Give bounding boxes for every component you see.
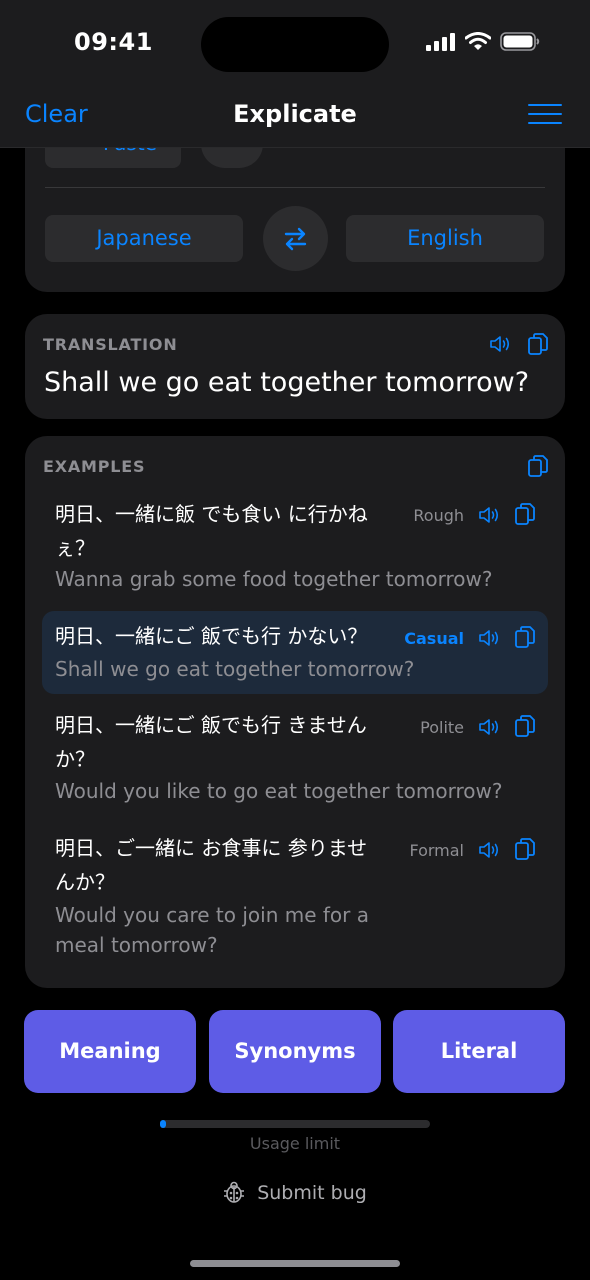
page-title: Explicate xyxy=(233,100,357,128)
submit-bug-label: Submit bug xyxy=(257,1182,367,1204)
divider xyxy=(45,187,545,188)
copy-all-icon[interactable] xyxy=(527,454,549,478)
wifi-icon xyxy=(465,32,491,50)
tone-label: Formal xyxy=(409,841,464,860)
example-english: Shall we go eat together tomorrow? xyxy=(55,657,415,681)
speaker-icon[interactable] xyxy=(478,628,502,648)
status-time: 09:41 xyxy=(74,28,153,56)
usage-progress-fill xyxy=(160,1120,166,1128)
example-item-polite[interactable]: 明日、一緒にご 飯でも行 きませんか？ Would you like to go… xyxy=(42,706,548,811)
usage-progress-bar xyxy=(160,1120,430,1128)
example-item-rough[interactable]: 明日、一緒に飯 でも食い に行かねぇ？ Wanna grab some food… xyxy=(42,492,548,596)
battery-icon xyxy=(500,32,540,51)
copy-icon[interactable] xyxy=(514,625,536,649)
speaker-icon[interactable] xyxy=(478,840,502,860)
copy-icon[interactable] xyxy=(514,714,536,738)
speaker-icon[interactable] xyxy=(478,505,502,525)
example-japanese: 明日、一緒に飯 でも食い に行かねぇ？ xyxy=(55,502,368,560)
literal-button[interactable]: Literal xyxy=(393,1010,565,1093)
example-item-casual[interactable]: 明日、一緒にご 飯でも行 かない？ Shall we go eat togeth… xyxy=(42,611,548,694)
tone-label: Polite xyxy=(420,718,464,737)
example-english: Wanna grab some food together tomorrow? xyxy=(55,567,493,591)
translation-text[interactable]: Shall we go eat together tomorrow? xyxy=(44,367,529,398)
cellular-signal-icon xyxy=(426,32,455,51)
synonyms-button[interactable]: Synonyms xyxy=(209,1010,381,1093)
example-japanese: 明日、ご一緒に お食事に 参りませんか？ xyxy=(55,836,368,894)
copy-icon[interactable] xyxy=(514,502,536,526)
translation-label: TRANSLATION xyxy=(43,335,178,354)
example-item-formal[interactable]: 明日、ご一緒に お食事に 参りませんか？ Would you care to j… xyxy=(42,828,548,968)
tone-label: Casual xyxy=(404,629,464,648)
submit-bug-button[interactable]: Submit bug xyxy=(0,1180,590,1204)
example-japanese: 明日、一緒にご 飯でも行 きませんか？ xyxy=(55,713,367,771)
status-bar: 09:41 xyxy=(0,0,590,88)
example-japanese: 明日、一緒にご 飯でも行 かない？ xyxy=(55,624,368,648)
target-language-button[interactable]: English xyxy=(346,215,544,262)
menu-icon[interactable] xyxy=(528,104,562,124)
examples-card: EXAMPLES 明日、一緒に飯 でも食い に行かねぇ？ Wanna grab … xyxy=(25,436,565,988)
copy-icon[interactable] xyxy=(514,837,536,861)
dynamic-island xyxy=(201,17,389,72)
meaning-button[interactable]: Meaning xyxy=(24,1010,196,1093)
translation-card: TRANSLATION Shall we go eat together tom… xyxy=(25,314,565,419)
speaker-icon[interactable] xyxy=(478,717,502,737)
swap-languages-button[interactable] xyxy=(263,206,328,271)
source-language-button[interactable]: Japanese xyxy=(45,215,243,262)
speaker-icon[interactable] xyxy=(489,334,513,354)
usage-limit-label: Usage limit xyxy=(249,1134,341,1153)
example-english: Would you care to join me for a meal tom… xyxy=(55,903,370,957)
home-indicator xyxy=(190,1260,400,1267)
copy-icon[interactable] xyxy=(527,332,549,356)
example-english: Would you like to go eat together tomorr… xyxy=(55,779,503,803)
ladybug-icon xyxy=(224,1181,245,1203)
swap-icon xyxy=(284,227,307,251)
tone-label: Rough xyxy=(413,506,464,525)
examples-label: EXAMPLES xyxy=(43,457,146,476)
